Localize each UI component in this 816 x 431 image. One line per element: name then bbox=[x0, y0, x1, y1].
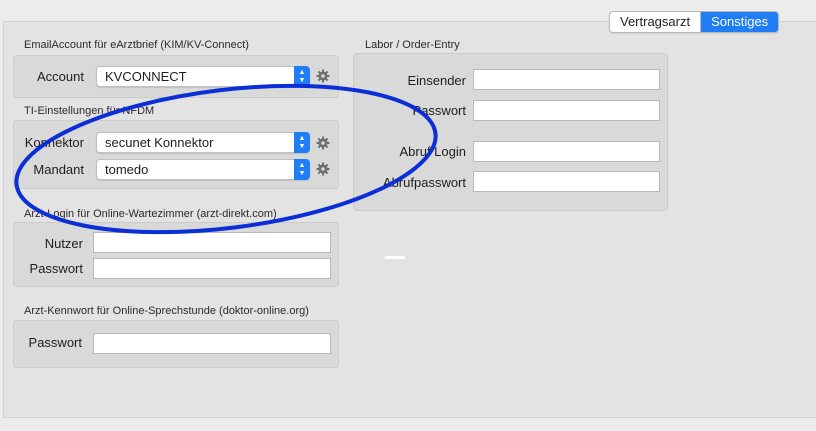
gear-icon[interactable] bbox=[316, 69, 330, 83]
arzt-kennwort-passwort-field[interactable] bbox=[93, 333, 331, 354]
arzt-login-title: Arzt-Login für Online-Wartezimmer (arzt-… bbox=[24, 208, 277, 220]
arzt-login-passwort-label: Passwort bbox=[29, 261, 83, 276]
einsender-field[interactable] bbox=[473, 69, 660, 90]
labor-passwort-field[interactable] bbox=[473, 100, 660, 121]
konnektor-select[interactable]: secunet Konnektor ▲ ▼ bbox=[96, 132, 310, 153]
arzt-login-passwort-field[interactable] bbox=[93, 258, 331, 279]
labor-passwort-label: Passwort bbox=[412, 103, 466, 118]
account-select-value: KVCONNECT bbox=[105, 69, 187, 84]
labor-title: Labor / Order-Entry bbox=[365, 39, 460, 51]
tab-segmented-control: Vertragsarzt Sonstiges bbox=[609, 11, 780, 33]
konnektor-select-value: secunet Konnektor bbox=[105, 135, 214, 150]
abrufpasswort-label: Abrufpasswort bbox=[382, 175, 466, 190]
email-account-title: EmailAccount für eArztbrief (KIM/KV-Conn… bbox=[24, 39, 249, 51]
chevron-updown-icon: ▲ ▼ bbox=[294, 66, 310, 87]
tab-vertragsarzt[interactable]: Vertragsarzt bbox=[610, 12, 702, 32]
nutzer-label: Nutzer bbox=[44, 236, 83, 251]
mandant-select[interactable]: tomedo ▲ ▼ bbox=[96, 159, 310, 180]
gear-icon[interactable] bbox=[316, 162, 330, 176]
mandant-select-value: tomedo bbox=[105, 162, 149, 177]
placeholder-dash bbox=[385, 256, 405, 259]
einsender-label: Einsender bbox=[407, 73, 466, 88]
account-label: Account bbox=[37, 69, 84, 84]
chevron-updown-icon: ▲ ▼ bbox=[294, 132, 310, 153]
gear-icon[interactable] bbox=[316, 136, 330, 150]
arzt-kennwort-title: Arzt-Kennwort für Online-Sprechstunde (d… bbox=[24, 305, 309, 317]
chevron-updown-icon: ▲ ▼ bbox=[294, 159, 310, 180]
abrufpasswort-field[interactable] bbox=[473, 171, 660, 192]
tab-sonstiges[interactable]: Sonstiges bbox=[701, 12, 779, 32]
mandant-label: Mandant bbox=[33, 162, 84, 177]
abruf-login-field[interactable] bbox=[473, 141, 660, 162]
konnektor-label: Konnektor bbox=[24, 135, 84, 150]
nutzer-field[interactable] bbox=[93, 232, 331, 253]
abruf-login-label: Abruf Login bbox=[399, 144, 467, 159]
ti-title: TI-Einstellungen für NFDM bbox=[24, 105, 155, 117]
account-select[interactable]: KVCONNECT ▲ ▼ bbox=[96, 66, 310, 87]
arzt-kennwort-passwort-label: Passwort bbox=[28, 335, 82, 350]
